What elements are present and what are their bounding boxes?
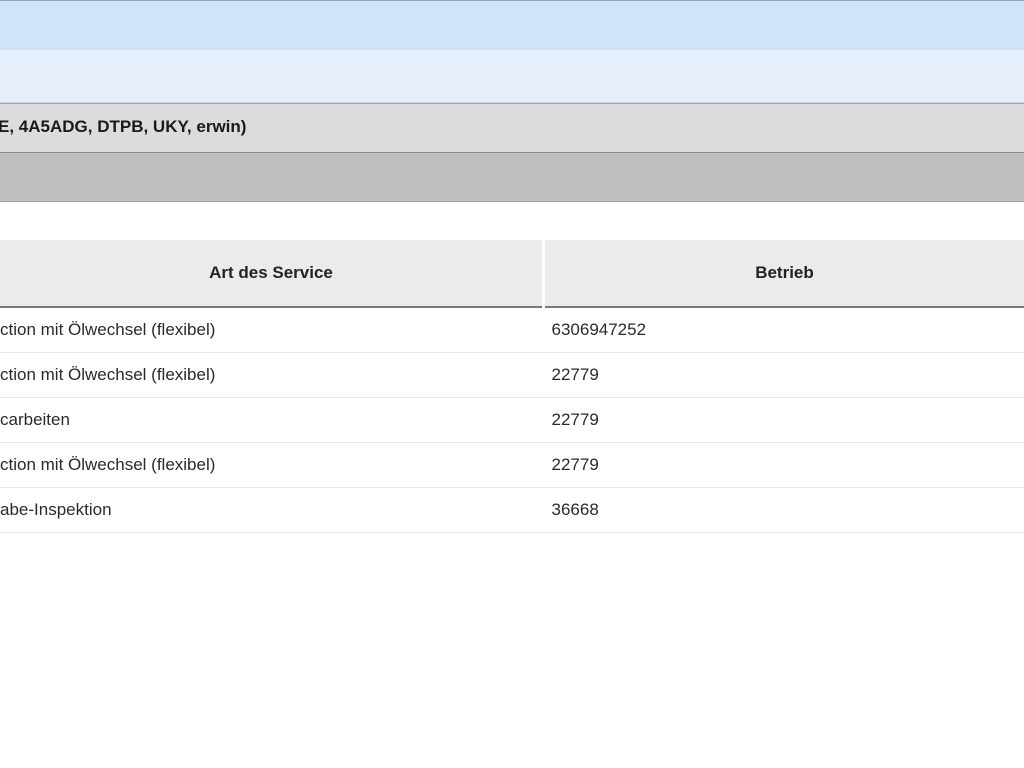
cell-betrieb: 36668 xyxy=(543,487,1024,533)
window-title-bar xyxy=(0,0,1024,50)
cell-service: carbeiten xyxy=(0,397,544,443)
vehicle-info-text: E, 4A5ADG, DTPB, UKY, erwin) xyxy=(0,117,247,136)
section-header-bar xyxy=(0,153,1024,202)
service-history-table: Art des Service Betrieb ction mit Ölwech… xyxy=(0,240,1024,533)
cell-service: abe-Inspektion xyxy=(0,487,544,533)
table-row[interactable]: ction mit Ölwechsel (flexibel) 630694725… xyxy=(0,307,1024,353)
toolbar xyxy=(0,50,1024,103)
table-row[interactable]: carbeiten 22779 xyxy=(0,397,1024,443)
vehicle-info-bar: E, 4A5ADG, DTPB, UKY, erwin) xyxy=(0,103,1024,153)
cell-betrieb: 22779 xyxy=(543,442,1024,488)
cell-betrieb: 22779 xyxy=(543,397,1024,443)
cell-service: ction mit Ölwechsel (flexibel) xyxy=(0,352,544,398)
cell-service: ction mit Ölwechsel (flexibel) xyxy=(0,442,544,488)
table-row[interactable]: ction mit Ölwechsel (flexibel) 22779 xyxy=(0,352,1024,398)
table-header-row: Art des Service Betrieb xyxy=(0,240,1024,308)
column-header-art-des-service[interactable]: Art des Service xyxy=(0,240,545,308)
cell-service: ction mit Ölwechsel (flexibel) xyxy=(0,307,544,353)
table-row[interactable]: abe-Inspektion 36668 xyxy=(0,487,1024,533)
column-header-betrieb[interactable]: Betrieb xyxy=(543,240,1024,308)
cell-betrieb: 22779 xyxy=(543,352,1024,398)
service-history-table-container: Art des Service Betrieb ction mit Ölwech… xyxy=(0,240,1024,533)
table-row[interactable]: ction mit Ölwechsel (flexibel) 22779 xyxy=(0,442,1024,488)
cell-betrieb: 6306947252 xyxy=(543,307,1024,353)
